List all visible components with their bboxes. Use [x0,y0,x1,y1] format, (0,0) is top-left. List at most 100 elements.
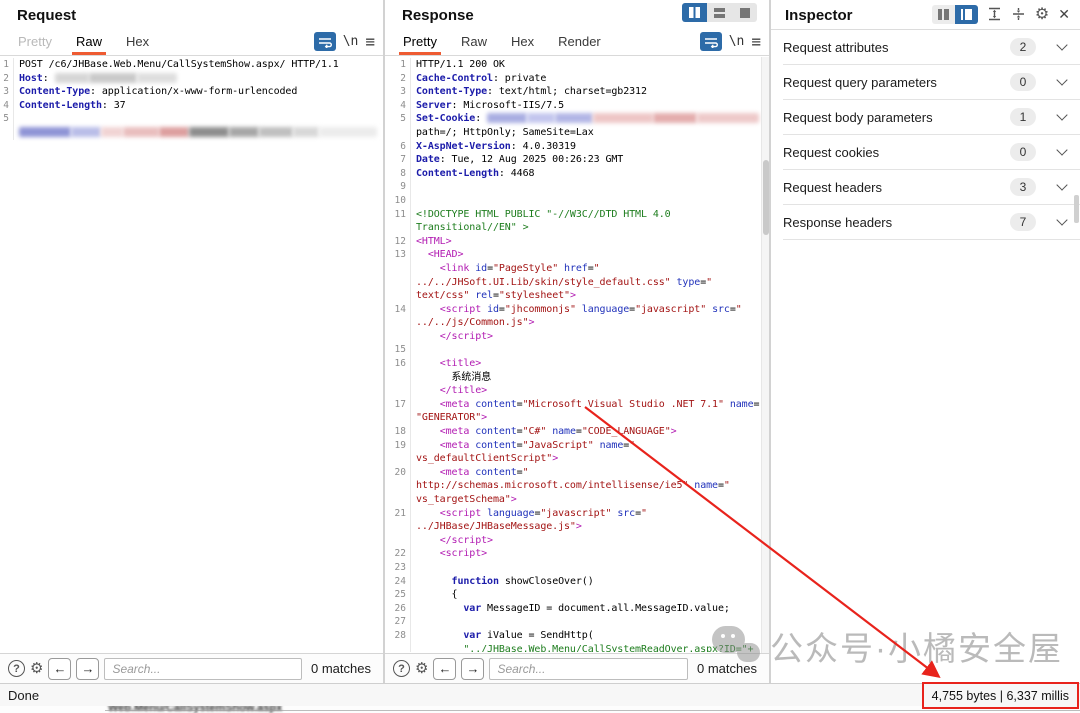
inspector-toolbar: ⚙ ✕ [932,4,1070,24]
request-panel-header: Request [0,0,383,30]
match-count: 0 matches [307,661,375,676]
tab-pretty[interactable]: Pretty [6,30,64,55]
tab-raw[interactable]: Raw [64,30,114,55]
status-bar: Done 4,755 bytes | 6,337 millis [0,683,1080,706]
response-metrics: 4,755 bytes | 6,337 millis [922,682,1079,709]
code-row: Transitional//EN" > [385,221,769,235]
chevron-down-icon[interactable] [1056,109,1067,120]
count-badge: 2 [1010,38,1036,56]
code-row: 5Set-Cookie: [385,112,769,126]
code-row: </title> [385,384,769,398]
request-panel-title: Request [17,7,383,24]
response-tabbar: PrettyRawHexRender \n ≡ [385,30,769,56]
panel-menu-icon[interactable]: ≡ [365,32,375,51]
response-panel-header: Response [385,0,769,30]
search-help-icon[interactable]: ? [393,660,410,677]
response-scrollbar[interactable] [761,57,769,653]
code-row: 17 <meta content="Microsoft Visual Studi… [385,398,769,412]
code-row: 15 [385,343,769,357]
chevron-down-icon[interactable] [1056,179,1067,190]
code-row: "GENERATOR"> [385,411,769,425]
chevron-down-icon[interactable] [1056,214,1067,225]
tab-render[interactable]: Render [546,30,613,55]
chevron-down-icon[interactable] [1056,144,1067,155]
expand-all-icon[interactable] [987,7,1002,21]
inspector-scrollbar[interactable] [1074,30,1080,683]
search-input[interactable] [104,658,302,680]
code-row: 25 { [385,588,769,602]
count-badge: 1 [1010,108,1036,126]
inspector-section-request-cookies[interactable]: Request cookies0 [783,135,1080,170]
word-wrap-icon[interactable] [700,32,722,51]
inspector-dock-left-icon[interactable] [932,5,955,24]
inspector-dock-right-icon[interactable] [955,5,978,24]
code-row: </script> [385,534,769,548]
chevron-down-icon[interactable] [1056,39,1067,50]
search-settings-icon[interactable]: ⚙ [415,660,428,677]
inspector-section-request-body-parameters[interactable]: Request body parameters1 [783,100,1080,135]
newline-toggle-icon[interactable]: \n [729,34,745,49]
word-wrap-icon[interactable] [314,32,336,51]
code-row: 26 var MessageID = document.all.MessageI… [385,602,769,616]
tab-raw[interactable]: Raw [449,30,499,55]
layout-rows-icon[interactable] [707,3,732,22]
tab-hex[interactable]: Hex [114,30,161,55]
layout-columns-icon[interactable] [682,3,707,22]
newline-toggle-icon[interactable]: \n [343,34,359,49]
response-search-bar: ? ⚙ ← → 0 matches [385,653,769,683]
layout-switcher [682,3,757,22]
code-row: 22 <script> [385,547,769,561]
request-search-bar: ? ⚙ ← → 0 matches [0,653,383,683]
response-editor[interactable]: 1HTTP/1.1 200 OK2Cache-Control: private3… [385,56,769,652]
code-row: 28 var iValue = SendHttp( [385,629,769,643]
count-badge: 0 [1010,143,1036,161]
code-row: http://schemas.microsoft.com/intellisens… [385,479,769,493]
code-row: vs_targetSchema"> [385,493,769,507]
request-editor[interactable]: 1POST /c6/JHBase.Web.Menu/CallSystemShow… [0,56,383,652]
inspector-settings-icon[interactable]: ⚙ [1035,4,1049,24]
search-settings-icon[interactable]: ⚙ [30,660,43,677]
code-row: 12<HTML> [385,235,769,249]
panel-menu-icon[interactable]: ≡ [751,32,761,51]
inspector-section-request-headers[interactable]: Request headers3 [783,170,1080,205]
code-row: 21 <script language="javascript" src=" [385,507,769,521]
prev-match-button[interactable]: ← [48,658,71,680]
section-label: Request body parameters [783,110,1010,125]
match-count: 0 matches [693,661,761,676]
search-input[interactable] [489,658,688,680]
prev-match-button[interactable]: ← [433,658,456,680]
code-row: 6X-AspNet-Version: 4.0.30319 [385,140,769,154]
next-match-button[interactable]: → [461,658,484,680]
layout-single-icon[interactable] [732,3,757,22]
code-row: 10 [385,194,769,208]
tab-hex[interactable]: Hex [499,30,546,55]
next-match-button[interactable]: → [76,658,99,680]
inspector-section-request-query-parameters[interactable]: Request query parameters0 [783,65,1080,100]
inspector-close-icon[interactable]: ✕ [1058,6,1070,23]
code-row: 20 <meta content=" [385,466,769,480]
section-label: Request cookies [783,145,1010,160]
code-row: 27 [385,615,769,629]
search-help-icon[interactable]: ? [8,660,25,677]
code-row: 3Content-Type: application/x-www-form-ur… [0,85,383,99]
request-tab-tools: \n ≡ [314,32,375,51]
code-row: vs_defaultClientScript"> [385,452,769,466]
chevron-down-icon[interactable] [1056,74,1067,85]
code-row: 8Content-Length: 4468 [385,167,769,181]
code-row: </script> [385,330,769,344]
code-row: 13 <HEAD> [385,248,769,262]
inspector-section-request-attributes[interactable]: Request attributes2 [783,30,1080,65]
code-row: 系统消息 [385,371,769,385]
tab-pretty[interactable]: Pretty [391,30,449,55]
code-row: ../../JHSoft.UI.Lib/skin/style_default.c… [385,276,769,290]
response-panel: Response PrettyRawHexRender \n ≡ 1HTTP/1… [385,0,769,683]
inspector-panel: Inspector ⚙ ✕ Request attributes2Request… [771,0,1080,683]
inspector-section-response-headers[interactable]: Response headers7 [783,205,1080,240]
response-tabs: PrettyRawHexRender [391,30,613,55]
burp-repeater-view: Request PrettyRawHex \n ≡ 1POST /c6/JHBa… [0,0,1080,713]
code-row: 19 <meta content="JavaScript" name=" [385,439,769,453]
code-row: 18 <meta content="C#" name="CODE_LANGUAG… [385,425,769,439]
code-row: 2Host: [0,72,383,86]
collapse-all-icon[interactable] [1011,7,1026,21]
code-row: 9 [385,180,769,194]
